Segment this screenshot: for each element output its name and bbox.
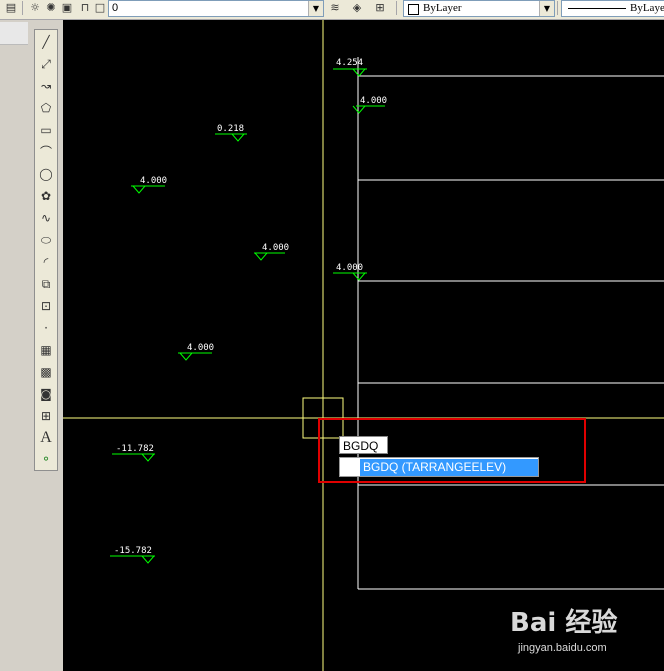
make-block-tool-icon[interactable]: ⊡: [37, 297, 55, 315]
elevation-label: 4.000: [262, 243, 290, 253]
elevation-marker: [112, 453, 155, 462]
baidu-jingyan-watermark: Bai 经验 jingyan.baidu.com: [510, 608, 650, 658]
layer-lock-icon[interactable]: ⊓: [78, 1, 92, 15]
polygon-tool-icon[interactable]: ⬠: [37, 99, 55, 117]
insert-block-tool-icon[interactable]: ⧉: [37, 275, 55, 293]
elevation-label: 4.254: [336, 58, 364, 68]
elevation-label: 0.218: [217, 124, 245, 134]
layer-dropdown[interactable]: 0 ▼: [108, 0, 324, 17]
spline-tool-icon[interactable]: ∿: [37, 209, 55, 227]
elevation-marker: [333, 272, 367, 281]
elevation-label: 4.000: [336, 263, 364, 273]
color-value: ByLayer: [423, 2, 462, 14]
color-dropdown[interactable]: ByLayer ▼: [403, 0, 555, 17]
add-selected-tool-icon[interactable]: ⚬: [37, 450, 55, 468]
linetype-value: ByLaye: [630, 2, 664, 14]
gradient-tool-icon[interactable]: ▩: [37, 363, 55, 381]
circle-tool-icon[interactable]: ◯: [37, 165, 55, 183]
layer-color-swatch-icon[interactable]: □: [93, 1, 107, 15]
region-tool-icon[interactable]: ◙: [37, 385, 55, 403]
make-object-layer-current-icon[interactable]: ≋: [328, 1, 342, 15]
elevation-label: -11.782: [116, 444, 154, 454]
linetype-preview: [568, 8, 626, 9]
revision-cloud-tool-icon[interactable]: ✿: [37, 187, 55, 205]
elevation-markers: [110, 68, 385, 564]
ellipse-tool-icon[interactable]: ⬭: [37, 231, 55, 249]
table-tool-icon[interactable]: ⊞: [37, 407, 55, 425]
elevation-label: 4.000: [187, 343, 215, 353]
dock-header: [0, 22, 28, 45]
rectangle-tool-icon[interactable]: ▭: [37, 121, 55, 139]
polyline-tool-icon[interactable]: ↝: [37, 77, 55, 95]
color-swatch: [408, 4, 419, 15]
chevron-down-icon[interactable]: ▼: [539, 1, 554, 16]
construction-line-tool-icon[interactable]: ⤢: [37, 55, 55, 73]
layer-freeze-sun-icon[interactable]: ✺: [44, 1, 58, 15]
elevation-label: 4.000: [360, 96, 388, 106]
elevation-label: -15.782: [114, 546, 152, 556]
elevation-marker: [215, 133, 247, 142]
arc-tool-icon[interactable]: ⌒: [37, 143, 55, 161]
elevation-label: 4.000: [140, 176, 168, 186]
point-tool-icon[interactable]: ·: [37, 319, 55, 337]
chevron-down-icon[interactable]: ▼: [308, 1, 323, 16]
left-dock: [0, 20, 28, 671]
layer-name: 0: [112, 2, 119, 14]
ellipse-arc-tool-icon[interactable]: ◜: [37, 253, 55, 271]
layer-on-bulb-icon[interactable]: ☼: [28, 1, 42, 15]
hatch-tool-icon[interactable]: ▦: [37, 341, 55, 359]
elevation-marker: [178, 352, 212, 361]
crosshair-cursor: [63, 20, 664, 671]
layer-states-icon[interactable]: ⊞: [373, 1, 387, 15]
properties-toolbar: ▤ ☼ ✺ ▣ ⊓ □ 0 ▼ ≋ ◈ ⊞ ByLayer ▼ ByLaye: [0, 0, 664, 20]
draw-toolbar: ╱ ⤢ ↝ ⬠ ▭ ⌒ ◯ ✿ ∿ ⬭ ◜ ⧉ ⊡ · ▦ ▩ ◙ ⊞ A ⚬: [34, 29, 58, 471]
toolbar-separator: [396, 1, 397, 15]
elevation-marker: [131, 185, 165, 194]
multiline-text-tool-icon[interactable]: A: [37, 429, 55, 447]
building-outline: [357, 57, 664, 590]
linetype-dropdown[interactable]: ByLaye: [561, 0, 664, 17]
watermark-url: jingyan.baidu.com: [518, 642, 607, 654]
elevation-marker: [110, 555, 155, 564]
layer-manager-icon[interactable]: ▤: [4, 1, 18, 15]
toolbar-separator: [22, 1, 23, 15]
line-tool-icon[interactable]: ╱: [37, 33, 55, 51]
watermark-logo: Bai 经验: [510, 608, 618, 638]
layer-viewport-freeze-icon[interactable]: ▣: [60, 1, 74, 15]
drawing-geometry: [63, 20, 664, 671]
elevation-marker: [333, 68, 367, 77]
highlight-annotation-box: [318, 418, 586, 483]
elevation-marker: [254, 252, 285, 261]
layer-previous-icon[interactable]: ◈: [350, 1, 364, 15]
toolbar-separator: [557, 1, 558, 15]
drawing-canvas[interactable]: 4.254 4.000 0.218 4.000 4.000 4.000 4.00…: [63, 20, 664, 671]
